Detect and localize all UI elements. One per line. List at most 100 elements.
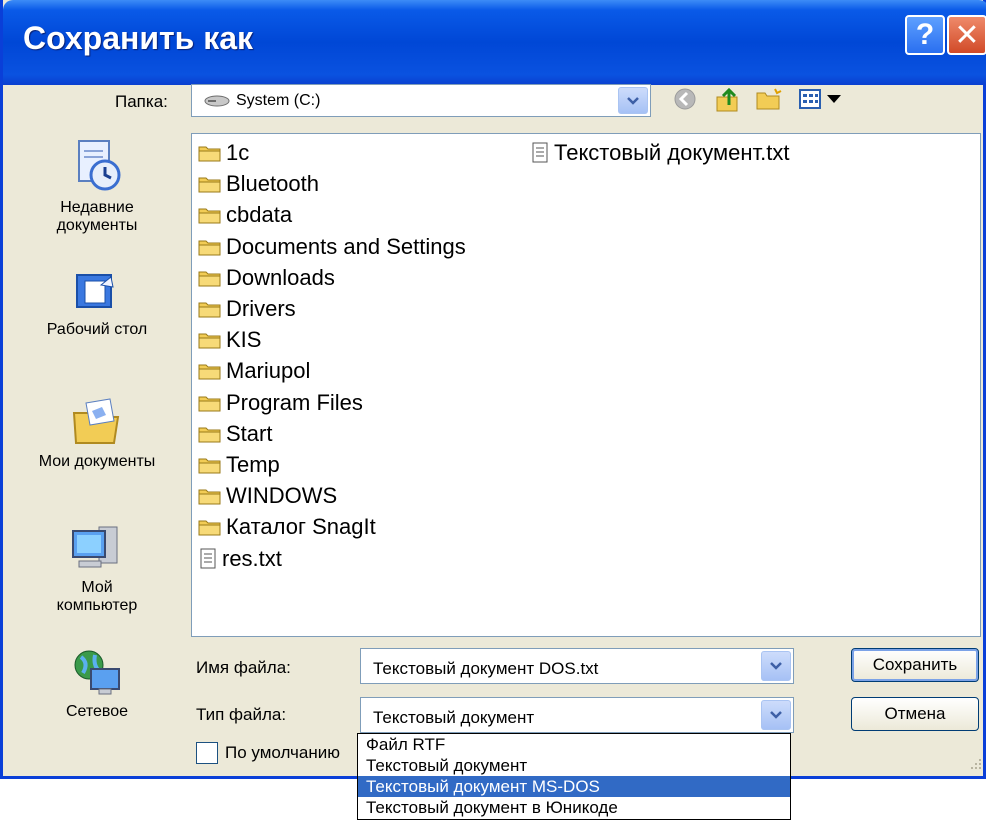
new-folder-icon[interactable] (755, 87, 783, 111)
place-label-line1: Мои документы (38, 453, 156, 470)
lookin-value: System (C:) (236, 92, 321, 109)
file-name: Documents and Settings (226, 233, 466, 259)
drive-icon (204, 95, 230, 107)
place-label-line1: Рабочий стол (46, 321, 148, 338)
my-computer-icon (72, 526, 118, 568)
file-item[interactable]: res.txt (198, 546, 282, 572)
file-name: Downloads (226, 264, 335, 290)
back-icon[interactable] (673, 87, 697, 111)
file-name: KIS (226, 327, 262, 353)
place-my-computer[interactable]: Мой компьютер (13, 523, 181, 615)
file-list[interactable]: 1c Bluetooth cbdata Documents and Settings D… (191, 133, 981, 637)
lookin-dropdown-button[interactable] (618, 87, 648, 114)
place-network[interactable]: Сетевое (13, 647, 181, 721)
lookin-label: Папка: (115, 92, 168, 111)
folder-icon (198, 144, 222, 162)
default-checkbox-label: По умолчанию (225, 743, 340, 762)
help-icon: ? (915, 18, 935, 51)
folder-icon (198, 425, 222, 443)
folder-icon (198, 206, 222, 224)
recent-documents-icon (78, 140, 121, 191)
close-button[interactable]: ✕ (947, 15, 986, 55)
filetype-value: Текстовый документ (373, 708, 535, 727)
folder-icon (198, 518, 222, 536)
file-name: cbdata (226, 202, 293, 228)
chevron-down-icon (627, 96, 639, 105)
folder-icon (198, 394, 222, 412)
network-icon (74, 650, 120, 695)
file-name: Drivers (226, 296, 296, 321)
folder-item[interactable]: Каталог SnagIt (198, 514, 376, 540)
folder-item[interactable]: Mariupol (198, 358, 310, 384)
folder-icon (198, 175, 222, 193)
folder-icon (198, 456, 222, 474)
desktop-icon (76, 274, 114, 308)
place-label-line2: компьютер (56, 597, 138, 614)
file-name: Start (226, 420, 273, 446)
lookin-combo[interactable]: System (C:) (191, 84, 651, 117)
save-button[interactable]: Сохранить (851, 648, 979, 682)
filetype-option[interactable]: Текстовый документ MS-DOS (358, 776, 790, 797)
filename-combo[interactable]: Текстовый документ DOS.txt (360, 648, 794, 684)
filename-label: Имя файла: (196, 658, 291, 677)
folder-icon (198, 487, 222, 505)
my-documents-icon (72, 398, 120, 444)
folder-icon (198, 331, 222, 349)
chevron-down-icon (770, 711, 782, 719)
file-name: WINDOWS (226, 483, 338, 509)
place-label-line2: документы (56, 217, 138, 234)
default-checkbox[interactable] (196, 742, 218, 764)
title-bar[interactable]: Сохранить как ? ✕ (3, 0, 986, 85)
up-folder-icon[interactable] (715, 87, 743, 113)
place-label-line1: Мой (81, 579, 113, 596)
text-file-icon (198, 548, 218, 570)
file-name: Каталог SnagIt (226, 514, 376, 540)
filetype-dropdown-list[interactable]: Файл RTF Текстовый документ Текстовый доку… (357, 733, 791, 820)
close-icon: ✕ (954, 18, 980, 52)
folder-item[interactable]: Bluetooth (198, 171, 319, 197)
help-button[interactable]: ? (905, 15, 945, 55)
place-recent-documents[interactable]: Недавние документы (13, 137, 181, 235)
window-title: Сохранить как (23, 20, 254, 56)
view-menu-icon[interactable] (799, 87, 823, 111)
filename-dropdown-button[interactable] (761, 651, 791, 681)
folder-item[interactable]: Start (198, 421, 272, 447)
file-name: Mariupol (226, 358, 311, 384)
view-dropdown-icon[interactable] (827, 95, 841, 104)
folder-item[interactable]: 1c (198, 140, 249, 166)
place-my-documents[interactable]: Мои документы (13, 395, 181, 471)
file-name: 1c (226, 140, 250, 165)
place-label-line1: Недавние (60, 199, 134, 216)
resize-grip-icon[interactable] (969, 757, 983, 771)
filetype-combo[interactable]: Текстовый документ (360, 697, 794, 733)
folder-icon (198, 238, 222, 256)
folder-icon (198, 269, 222, 287)
cancel-button[interactable]: Отмена (851, 697, 979, 731)
filetype-option[interactable]: Текстовый документ в Юникоде (358, 797, 790, 818)
places-bar: Недавние документы Рабочий стол Мои доку… (13, 133, 181, 733)
folder-icon (198, 300, 222, 318)
file-name: Temp (226, 452, 280, 477)
folder-item[interactable]: Documents and Settings (198, 234, 466, 260)
save-as-dialog: Сохранить как ? ✕ Папка: System (C:) Нед… (0, 0, 986, 779)
chevron-down-icon (770, 662, 782, 670)
place-desktop[interactable]: Рабочий стол (13, 271, 181, 339)
file-name: Program Files (226, 389, 363, 415)
place-label-line1: Сетевое (65, 703, 129, 720)
folder-item[interactable]: KIS (198, 327, 261, 353)
file-name: Текстовый документ.txt (554, 140, 790, 165)
folder-item[interactable]: cbdata (198, 202, 292, 228)
folder-item[interactable]: Drivers (198, 296, 296, 322)
filetype-option[interactable]: Текстовый документ (358, 755, 790, 776)
folder-icon (198, 362, 222, 380)
file-name: res.txt (222, 545, 282, 571)
folder-item[interactable]: WINDOWS (198, 483, 337, 509)
file-item[interactable]: Текстовый документ.txt (530, 140, 789, 166)
folder-item[interactable]: Temp (198, 452, 280, 478)
filetype-option[interactable]: Файл RTF (358, 734, 790, 755)
folder-item[interactable]: Downloads (198, 265, 335, 291)
filetype-label: Тип файла: (196, 705, 287, 724)
filename-input[interactable]: Текстовый документ DOS.txt (373, 659, 598, 679)
folder-item[interactable]: Program Files (198, 390, 363, 416)
filetype-dropdown-button[interactable] (761, 700, 791, 730)
